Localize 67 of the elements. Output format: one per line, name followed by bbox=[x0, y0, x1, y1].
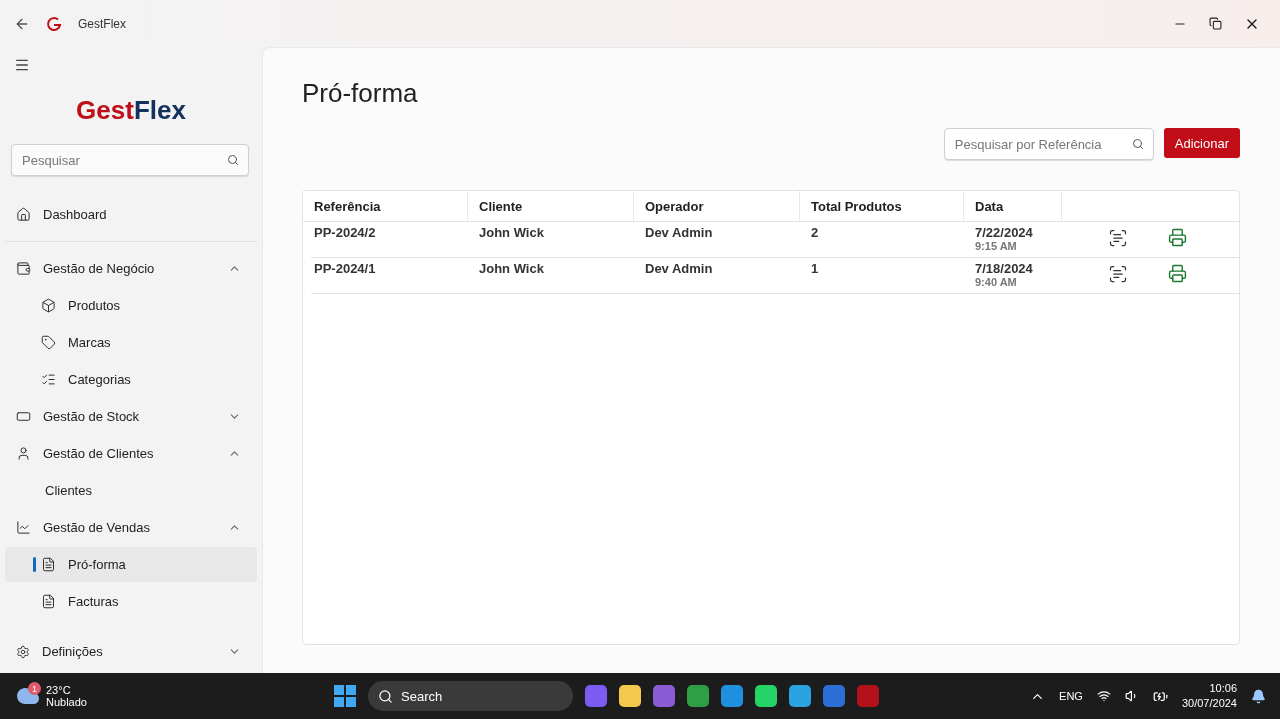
notification-icon[interactable] bbox=[1251, 688, 1266, 704]
notification-badge: 1 bbox=[28, 682, 41, 695]
wifi-icon[interactable] bbox=[1096, 689, 1111, 703]
clock-time[interactable]: 10:06 bbox=[1181, 681, 1237, 696]
app-icon[interactable] bbox=[755, 685, 777, 707]
nav-icon bbox=[16, 446, 31, 461]
nav-icon bbox=[16, 409, 31, 424]
nav-icon bbox=[16, 261, 31, 276]
nav-icon bbox=[41, 298, 56, 313]
app-logo-icon bbox=[46, 15, 62, 32]
clock-date[interactable]: 30/07/2024 bbox=[1181, 696, 1237, 711]
column-header: Operador bbox=[634, 191, 800, 221]
date-text: 7/22/2024 bbox=[975, 225, 1034, 240]
column-header: Data bbox=[964, 191, 1062, 221]
nav-item[interactable]: Facturas bbox=[5, 584, 257, 619]
nav-group[interactable]: Gestão de Stock bbox=[5, 399, 257, 434]
search-icon[interactable] bbox=[227, 154, 239, 166]
window-title: GestFlex bbox=[78, 16, 126, 31]
nav-icon bbox=[41, 372, 56, 387]
weather-text: Nublado bbox=[46, 696, 87, 708]
nav-icon bbox=[41, 594, 56, 609]
table-cell-text: 1 bbox=[810, 260, 820, 278]
table-cell-text: 2 bbox=[810, 224, 820, 242]
nav-group[interactable]: Definições bbox=[5, 634, 257, 669]
date-text: 7/18/2024 bbox=[975, 261, 1034, 276]
restore-icon[interactable] bbox=[1209, 17, 1222, 30]
nav-item[interactable]: Marcas bbox=[5, 325, 257, 360]
time-text: 9:40 AM bbox=[975, 276, 1018, 288]
nav-group[interactable]: Gestão de Clientes bbox=[5, 436, 257, 471]
column-header: Referência bbox=[303, 191, 468, 221]
time-text: 9:15 AM bbox=[975, 240, 1018, 252]
logo: GestFlex bbox=[75, 95, 187, 126]
nav-group[interactable]: Gestão de Negócio bbox=[5, 251, 257, 286]
language-text[interactable]: ENG bbox=[1059, 690, 1083, 702]
table-cell-text: John Wick bbox=[478, 224, 545, 242]
add-button[interactable]: Adicionar bbox=[1163, 128, 1240, 158]
column-header: Cliente bbox=[468, 191, 634, 221]
temperature-text: 23°C bbox=[46, 684, 72, 696]
app-icon[interactable] bbox=[789, 685, 811, 707]
search-field[interactable]: Pesquisar bbox=[11, 144, 249, 176]
search-icon bbox=[378, 688, 393, 704]
page-title: Pró-forma bbox=[302, 78, 419, 109]
table-cell-text: Dev Admin bbox=[644, 224, 714, 242]
table-cell-text: John Wick bbox=[478, 260, 545, 278]
taskbar-search[interactable]: Search bbox=[368, 681, 573, 711]
table-cell-text: PP-2024/1 bbox=[313, 260, 377, 278]
app-icon[interactable] bbox=[619, 685, 641, 707]
nav-item[interactable]: Pró-forma bbox=[5, 547, 257, 582]
table-cell-text: PP-2024/2 bbox=[313, 224, 377, 242]
home-icon bbox=[16, 207, 31, 222]
nav-item[interactable]: Dashboard bbox=[5, 197, 257, 232]
start-icon[interactable] bbox=[334, 685, 356, 707]
nav-group[interactable]: Gestão de Vendas bbox=[5, 510, 257, 545]
nav-icon bbox=[16, 520, 31, 535]
nav-icon bbox=[41, 335, 56, 350]
nav-item[interactable]: Clientes bbox=[5, 473, 257, 508]
search-icon[interactable] bbox=[1131, 138, 1144, 150]
settings-icon bbox=[16, 644, 30, 659]
column-header: Total Produtos bbox=[800, 191, 964, 221]
app-icon[interactable] bbox=[687, 685, 709, 707]
menu-icon[interactable] bbox=[14, 57, 30, 73]
nav-icon bbox=[41, 557, 56, 572]
table-cell-text: Dev Admin bbox=[644, 260, 714, 278]
nav-item[interactable]: Categorias bbox=[5, 362, 257, 397]
search-field[interactable]: Pesquisar por Referência bbox=[943, 128, 1154, 160]
nav-item[interactable]: Produtos bbox=[5, 288, 257, 323]
app-icon[interactable] bbox=[721, 685, 743, 707]
